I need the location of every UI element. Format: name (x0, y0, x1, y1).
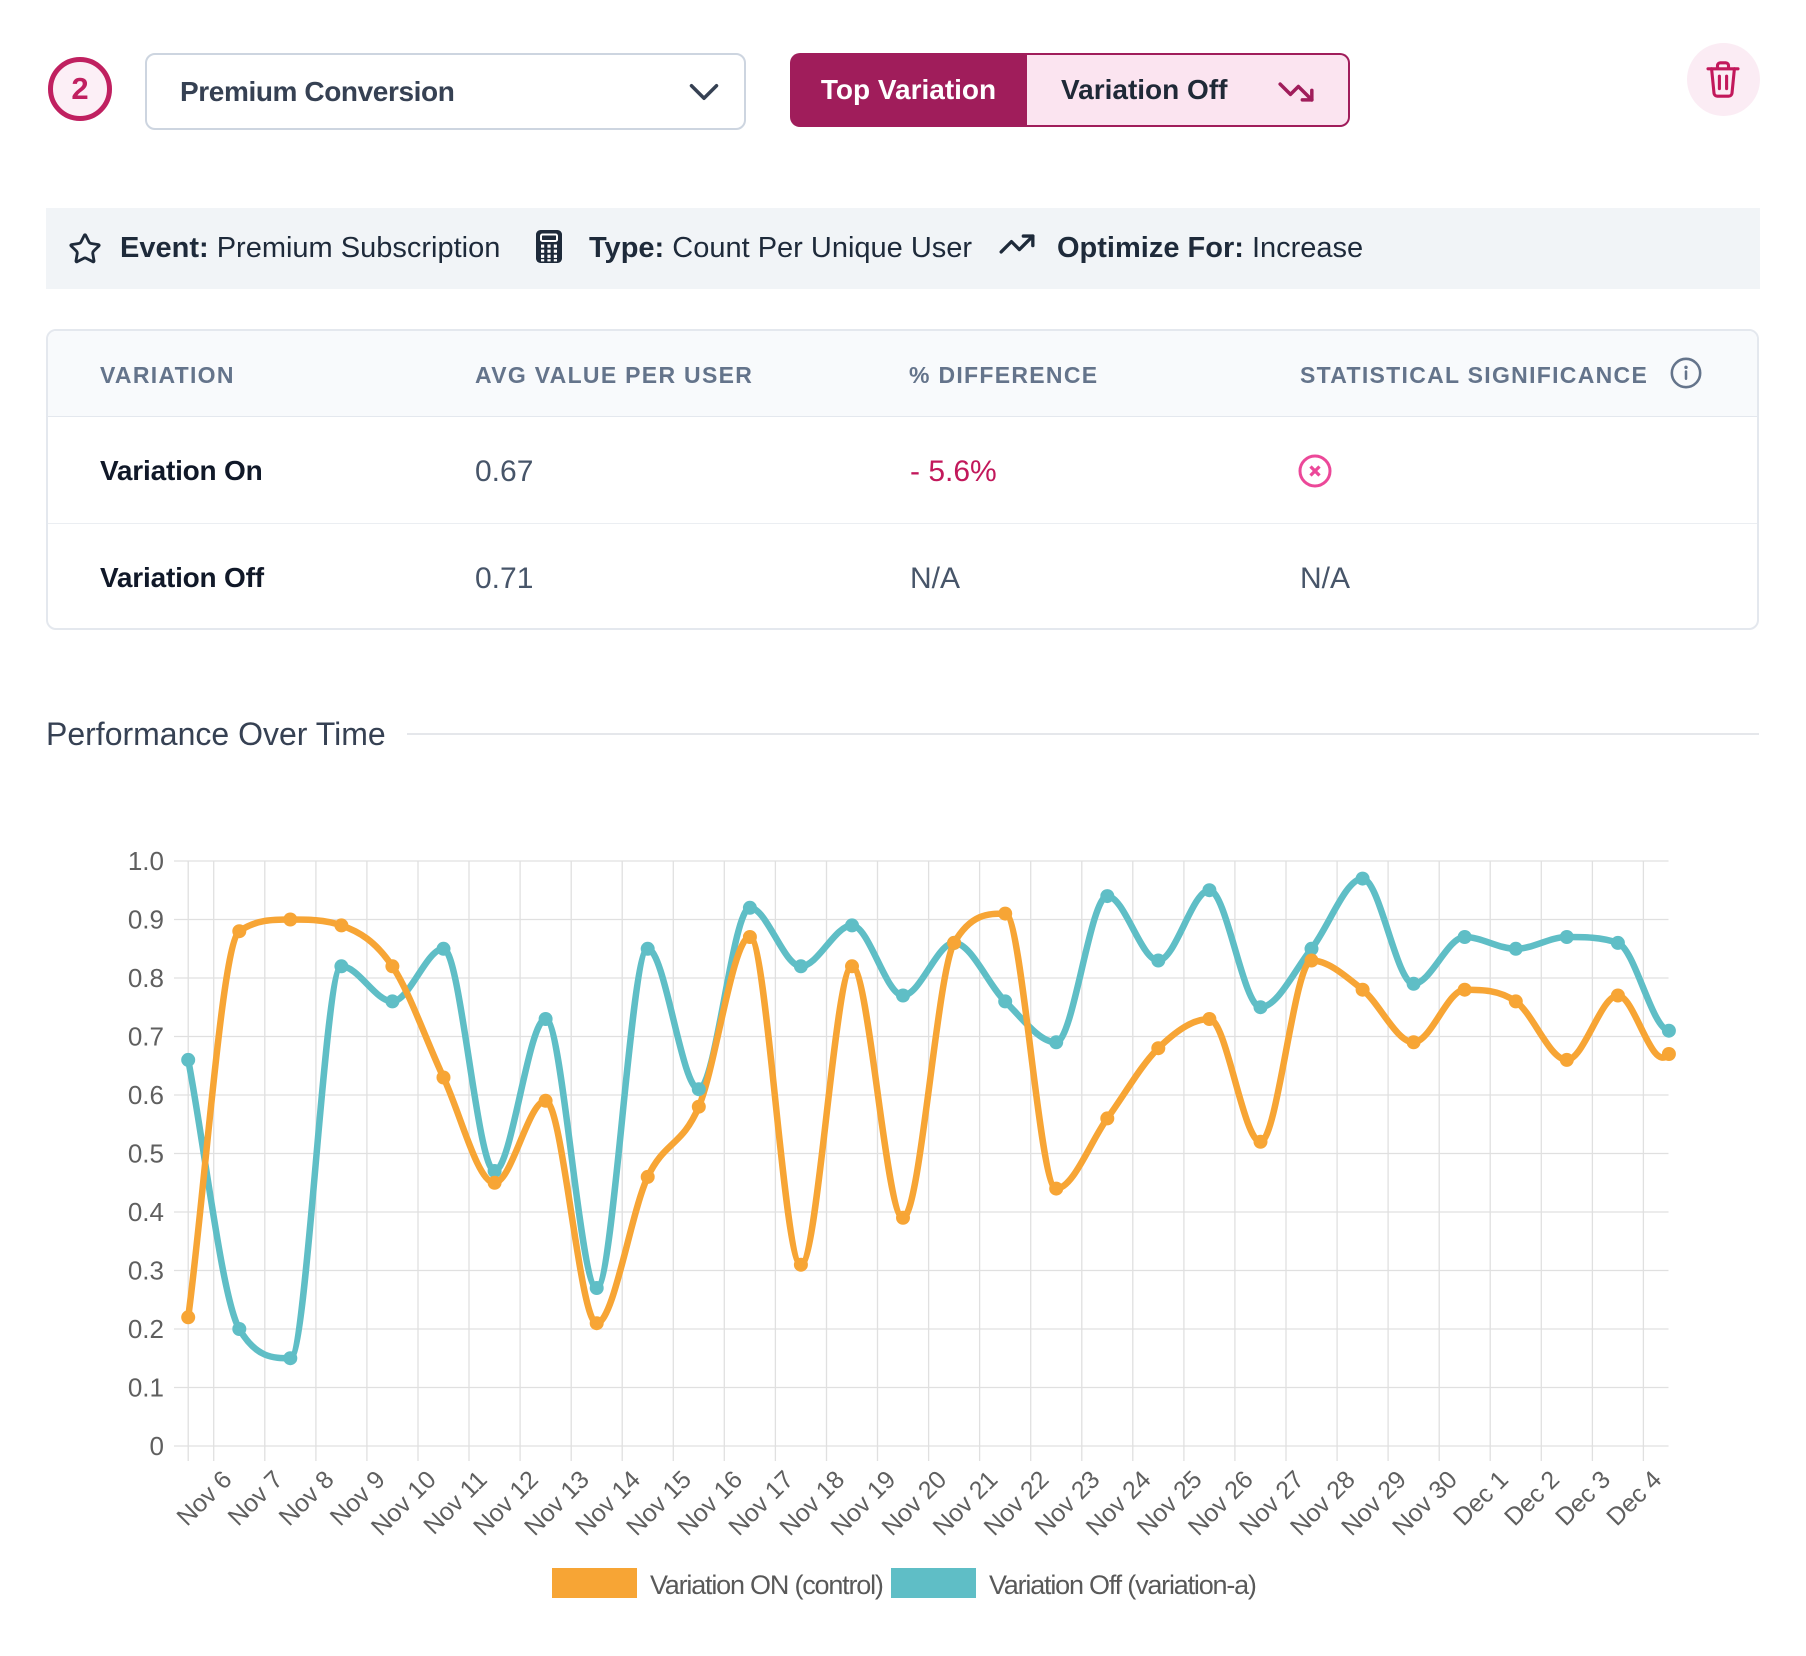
svg-text:0.1: 0.1 (128, 1373, 164, 1403)
svg-text:1.0: 1.0 (128, 846, 164, 876)
svg-text:Dec 1: Dec 1 (1448, 1465, 1514, 1531)
svg-text:0.8: 0.8 (128, 963, 164, 993)
svg-text:Dec 2: Dec 2 (1499, 1465, 1565, 1531)
svg-text:Nov 7: Nov 7 (223, 1465, 289, 1531)
svg-text:Nov 8: Nov 8 (274, 1465, 340, 1531)
svg-text:0: 0 (150, 1431, 164, 1461)
svg-text:Nov 6: Nov 6 (171, 1465, 237, 1531)
svg-text:Dec 4: Dec 4 (1601, 1465, 1667, 1531)
svg-text:0.5: 0.5 (128, 1139, 164, 1169)
svg-text:Variation ON (control): Variation ON (control) (650, 1570, 883, 1600)
svg-text:0.9: 0.9 (128, 905, 164, 935)
svg-text:0.3: 0.3 (128, 1256, 164, 1286)
svg-text:Variation Off (variation-a): Variation Off (variation-a) (989, 1570, 1256, 1600)
svg-text:0.6: 0.6 (128, 1080, 164, 1110)
svg-text:Dec 3: Dec 3 (1550, 1465, 1616, 1531)
svg-text:0.2: 0.2 (128, 1314, 164, 1344)
svg-text:0.7: 0.7 (128, 1022, 164, 1052)
svg-text:0.4: 0.4 (128, 1197, 164, 1227)
